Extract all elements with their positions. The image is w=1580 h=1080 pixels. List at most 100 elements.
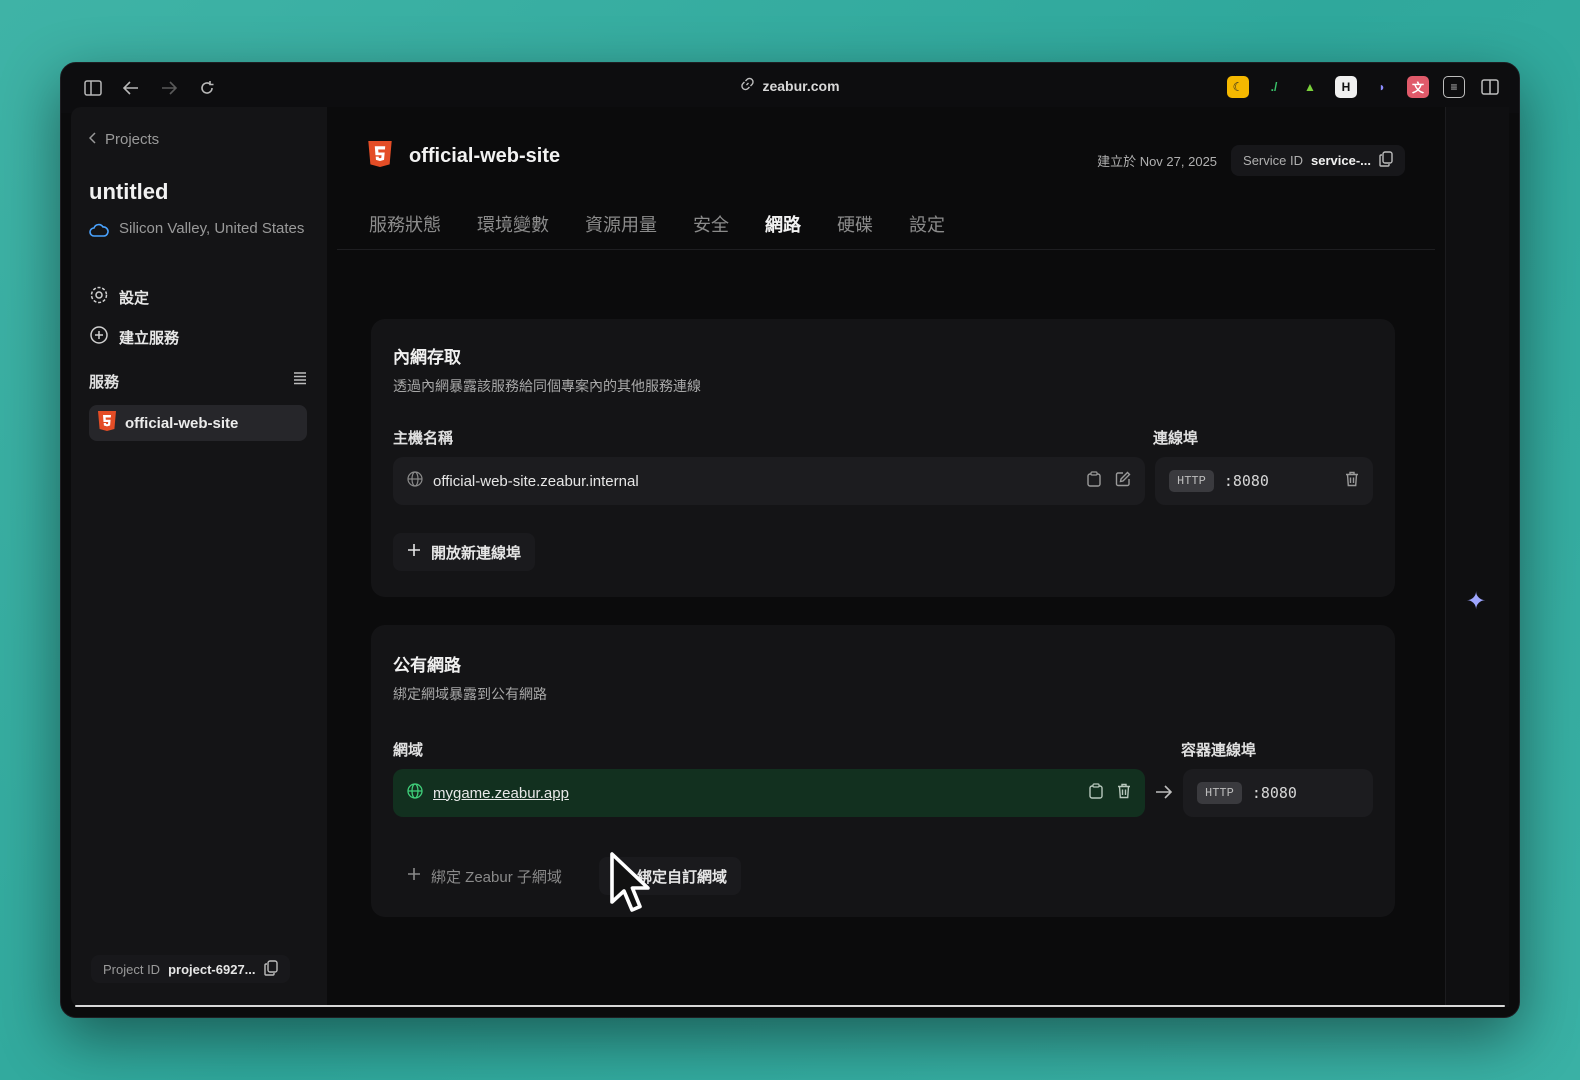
html5-icon <box>97 410 117 436</box>
hostname-value: official-web-site.zeabur.internal <box>433 472 639 490</box>
container-port-label: 容器連線埠 <box>1181 742 1257 759</box>
tab-networking[interactable]: 網路 <box>765 211 801 237</box>
project-id-value: project-6927... <box>168 961 256 977</box>
bind-subdomain-label: 綁定 Zeabur 子網域 <box>431 868 562 886</box>
edit-icon[interactable] <box>1115 471 1131 491</box>
browser-titlebar: zeabur.com ☾ ./ ▲ H ◗ 文 ≡ <box>61 63 1519 113</box>
private-network-title: 內網存取 <box>393 348 461 367</box>
private-network-card: 內網存取 透過內網暴露該服務給同個專案內的其他服務連線 主機名稱 連線埠 off… <box>371 319 1395 597</box>
globe-icon <box>407 783 423 803</box>
progress-line <box>75 1005 1505 1007</box>
project-id-label: Project ID <box>103 961 161 977</box>
sidebar-item-create-service[interactable]: 建立服務 <box>89 325 179 349</box>
domain-field[interactable]: mygame.zeabur.app <box>393 769 1145 817</box>
protocol-badge: HTTP <box>1197 782 1242 804</box>
public-network-description: 綁定網域暴露到公有網路 <box>393 686 547 702</box>
list-menu-icon[interactable] <box>293 371 307 390</box>
service-tabs: 服務狀態 環境變數 資源用量 安全 網路 硬碟 設定 <box>369 211 945 237</box>
service-id-label: Service ID <box>1243 153 1303 168</box>
port-value: :8080 <box>1223 472 1269 490</box>
plus-icon <box>407 867 421 885</box>
plus-circle-icon <box>89 325 109 349</box>
sidebar-item-label: 建立服務 <box>119 329 180 347</box>
container-port-field[interactable]: HTTP :8080 <box>1183 769 1373 817</box>
protocol-badge: HTTP <box>1169 470 1214 492</box>
public-network-title: 公有網路 <box>393 656 461 675</box>
html5-icon <box>367 139 393 174</box>
service-id-chip: Service ID service-... <box>1231 145 1405 176</box>
globe-icon <box>407 471 423 491</box>
service-meta: 建立於 Nov 27, 2025 Service ID service-... <box>1097 145 1405 176</box>
chevron-left-icon <box>88 131 97 148</box>
tab-settings[interactable]: 設定 <box>909 211 945 237</box>
service-title: official-web-site <box>409 145 561 167</box>
reload-icon[interactable] <box>195 76 219 100</box>
domain-link[interactable]: mygame.zeabur.app <box>433 785 569 802</box>
service-id-value: service-... <box>1311 153 1371 168</box>
extensions-bar: ☾ ./ ▲ H ◗ 文 ≡ <box>1227 76 1501 98</box>
split-view-icon[interactable] <box>1479 76 1501 98</box>
trash-icon[interactable] <box>1345 471 1359 491</box>
service-main-panel: official-web-site 建立於 Nov 27, 2025 Servi… <box>327 107 1445 1007</box>
sidebar-service-item[interactable]: official-web-site <box>89 405 307 441</box>
public-network-card: 公有網路 綁定網域暴露到公有網路 網域 容器連線埠 mygame.zeabur.… <box>371 625 1395 917</box>
url-text: zeabur.com <box>762 77 840 94</box>
copy-icon[interactable] <box>1379 151 1393 170</box>
project-id-chip: Project ID project-6927... <box>91 955 290 983</box>
copy-icon[interactable] <box>263 959 278 979</box>
private-network-description: 透過內網暴露該服務給同個專案內的其他服務連線 <box>393 378 701 394</box>
cloud-icon <box>89 223 109 242</box>
sparkle-icon[interactable]: ✦ <box>1466 587 1486 616</box>
projects-back-label: Projects <box>105 131 160 148</box>
project-region: Silicon Valley, United States <box>89 217 309 242</box>
arrow-right-icon <box>1155 785 1173 804</box>
add-port-label: 開放新連線埠 <box>431 544 522 562</box>
hostname-field[interactable]: official-web-site.zeabur.internal <box>393 457 1145 505</box>
sidebar-item-settings[interactable]: 設定 <box>89 285 149 309</box>
mouse-cursor-icon <box>610 852 654 923</box>
plus-icon <box>407 543 421 561</box>
hostname-actions <box>1087 471 1131 491</box>
tab-env-vars[interactable]: 環境變數 <box>477 211 549 237</box>
extension-wing-icon[interactable]: ◗ <box>1371 76 1393 98</box>
project-sidebar: Projects untitled Silicon Valley, United… <box>71 107 327 1007</box>
port-label: 連線埠 <box>1153 430 1199 447</box>
sidebar-item-label: 設定 <box>119 289 150 307</box>
assistant-rail: ✦ <box>1445 107 1509 1007</box>
extension-translate-icon[interactable]: 文 <box>1407 76 1429 98</box>
tab-resource-usage[interactable]: 資源用量 <box>585 211 657 237</box>
extension-moon-icon[interactable]: ☾ <box>1227 76 1249 98</box>
bind-subdomain-button[interactable]: 綁定 Zeabur 子網域 <box>393 857 576 895</box>
link-icon <box>740 77 754 94</box>
projects-back-link[interactable]: Projects <box>88 131 160 148</box>
forward-arrow-icon[interactable] <box>157 76 181 100</box>
port-actions <box>1345 471 1359 491</box>
trash-icon[interactable] <box>1117 783 1131 803</box>
tab-security[interactable]: 安全 <box>693 211 729 237</box>
service-entry-label: official-web-site <box>125 414 239 432</box>
domain-label: 網域 <box>393 742 424 759</box>
hostname-label: 主機名稱 <box>393 430 454 447</box>
tab-divider <box>337 249 1435 250</box>
clipboard-icon[interactable] <box>1089 783 1103 803</box>
service-header: official-web-site <box>367 139 560 174</box>
domain-actions <box>1089 783 1131 803</box>
address-bar[interactable]: zeabur.com <box>740 77 840 94</box>
extension-slash-icon[interactable]: ./ <box>1263 76 1285 98</box>
created-at-text: 建立於 Nov 27, 2025 <box>1097 154 1218 169</box>
browser-window: zeabur.com ☾ ./ ▲ H ◗ 文 ≡ Projects untit… <box>60 62 1520 1018</box>
tab-volumes[interactable]: 硬碟 <box>837 211 873 237</box>
services-heading: 服務 <box>89 374 120 391</box>
extension-h-icon[interactable]: H <box>1335 76 1357 98</box>
container-port-value: :8080 <box>1251 784 1297 802</box>
add-port-button[interactable]: 開放新連線埠 <box>393 533 536 571</box>
sidebar-toggle-icon[interactable] <box>81 76 105 100</box>
extension-puzzle-icon[interactable]: ≡ <box>1443 76 1465 98</box>
extension-chart-icon[interactable]: ▲ <box>1299 76 1321 98</box>
tab-status[interactable]: 服務狀態 <box>369 211 441 237</box>
clipboard-icon[interactable] <box>1087 471 1101 491</box>
port-field[interactable]: HTTP :8080 <box>1155 457 1373 505</box>
back-arrow-icon[interactable] <box>119 76 143 100</box>
project-title: untitled <box>89 179 169 204</box>
gear-icon <box>89 285 109 309</box>
